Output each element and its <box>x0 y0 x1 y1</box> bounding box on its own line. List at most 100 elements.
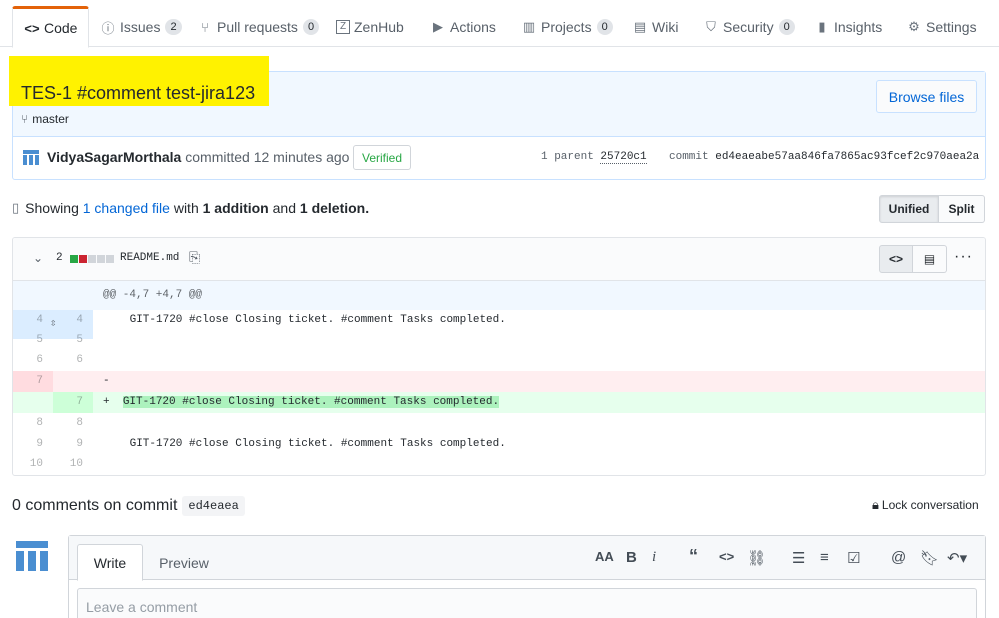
quote-icon[interactable]: “ <box>689 546 698 567</box>
commit-author-line: VidyaSagarMorthala committed 12 minutes … <box>47 149 349 165</box>
rich-view-button[interactable]: ▤ <box>913 245 947 273</box>
diffstat <box>70 255 114 263</box>
commit-sha-pill: ed4eaea <box>182 496 245 516</box>
tab-code[interactable]: <> Code <box>12 6 90 48</box>
additions-count: 1 addition <box>202 200 269 216</box>
file-diff: ⌄ 2 README.md ⎘ <> ▤ ··· ⇳ @@ -4,7 +4,7 … <box>12 237 986 476</box>
comments-title: 0 comments on commit <box>12 497 178 514</box>
file-view-toggle: <> ▤ <box>879 245 947 273</box>
tab-insights[interactable]: ▮ Insights <box>814 7 882 47</box>
added-text: GIT-1720 #close Closing ticket. #comment… <box>122 396 500 408</box>
branch-label: ⑂ master <box>21 112 69 126</box>
new-line-number[interactable]: 4 <box>53 310 93 331</box>
tab-wiki[interactable]: ▤ Wiki <box>632 7 679 47</box>
mention-icon[interactable]: @ <box>891 549 906 566</box>
parent-sha[interactable]: 25720c1 <box>600 151 647 164</box>
editor-toolbar: Write Preview AA B i “ <> ⛓ ☰ ≡ ☑ @ 🔖︎ ↶… <box>69 536 985 581</box>
clipboard-icon[interactable]: ⎘ <box>189 249 200 266</box>
changed-files-link[interactable]: 1 changed file <box>83 200 170 216</box>
parent-info: 1 parent 25720c1 <box>541 151 647 164</box>
italic-icon[interactable]: i <box>652 549 656 566</box>
author-avatar[interactable] <box>21 147 41 167</box>
diffstat-added-block <box>70 255 78 263</box>
new-line-number[interactable]: 7 <box>53 392 93 413</box>
security-counter: 0 <box>778 19 795 35</box>
old-line-number[interactable]: 6 <box>13 350 53 371</box>
tab-zenhub[interactable]: Z ZenHub <box>336 7 404 47</box>
split-button[interactable]: Split <box>939 195 985 223</box>
branch-name[interactable]: master <box>32 112 69 126</box>
old-line-number[interactable]: 7 <box>13 371 53 392</box>
new-line-number[interactable]: 6 <box>53 350 93 371</box>
new-line-number[interactable]: 10 <box>53 454 93 475</box>
diffstat-neutral-block <box>88 255 96 263</box>
old-line-number[interactable]: 5 <box>13 330 53 351</box>
code-icon[interactable]: <> <box>719 549 734 564</box>
tab-label: Insights <box>834 19 883 35</box>
projects-counter: 0 <box>596 19 613 35</box>
committed-time: committed 12 minutes ago <box>185 149 350 165</box>
diffstat-deleted-block <box>79 255 87 263</box>
comment-textarea[interactable]: Leave a comment <box>77 588 977 618</box>
unified-button[interactable]: Unified <box>879 195 939 223</box>
tab-label: Security <box>723 19 774 35</box>
tab-security[interactable]: ⛉ Security 0 <box>703 7 795 47</box>
line-code: GIT-1720 #close Closing ticket. #comment… <box>123 438 506 450</box>
diff-line: 8 8 <box>13 413 985 434</box>
code-icon: <> <box>888 252 903 266</box>
kebab-menu-icon[interactable]: ··· <box>954 248 973 266</box>
play-icon: ▶ <box>433 19 443 34</box>
tab-actions[interactable]: ▶ Actions <box>430 7 496 47</box>
old-line-number[interactable]: 9 <box>13 434 53 455</box>
hunk-header: @@ -4,7 +4,7 @@ <box>103 289 203 301</box>
tab-label: Wiki <box>652 19 679 35</box>
old-line-number[interactable]: 8 <box>13 413 53 434</box>
showing-text: Showing <box>25 200 79 216</box>
diffstat-neutral-block <box>97 255 105 263</box>
lock-label: Lock conversation <box>881 498 979 512</box>
tab-settings[interactable]: ⚙ Settings <box>906 7 976 47</box>
zenhub-icon: Z <box>336 20 350 34</box>
new-line-number[interactable]: 5 <box>53 330 93 351</box>
ordered-list-icon[interactable]: ≡ <box>820 549 829 566</box>
diff-line-added: 7 + GIT-1720 #close Closing ticket. #com… <box>13 392 985 413</box>
chevron-down-icon[interactable]: ⌄ <box>33 251 43 265</box>
gear-icon: ⚙ <box>908 19 920 34</box>
file-icon: ▤ <box>923 252 936 266</box>
tab-label: Code <box>44 20 78 36</box>
comment-editor: Write Preview AA B i “ <> ⛓ ☰ ≡ ☑ @ 🔖︎ ↶… <box>68 535 986 618</box>
bold-icon[interactable]: B <box>626 549 637 566</box>
file-name[interactable]: README.md <box>120 252 179 264</box>
new-line-number[interactable]: 8 <box>53 413 93 434</box>
diff-line: 10 10 <box>13 454 985 475</box>
branch-icon: ⑂ <box>21 112 29 126</box>
unordered-list-icon[interactable]: ☰ <box>792 549 805 567</box>
browse-files-button[interactable]: Browse files <box>876 80 977 113</box>
preview-tab[interactable]: Preview <box>149 544 219 581</box>
tab-projects[interactable]: ▥ Projects 0 <box>521 7 613 47</box>
old-line-number[interactable]: 10 <box>13 454 53 475</box>
reply-icon[interactable]: ↶▾ <box>947 549 967 567</box>
link-icon[interactable]: ⛓ <box>747 549 766 567</box>
commit-title: TES-1 #comment test-jira123 <box>21 83 256 103</box>
tab-pull-requests[interactable]: ⑂ Pull requests 0 <box>197 7 320 47</box>
heading-icon[interactable]: AA <box>595 549 614 564</box>
lock-conversation-button[interactable]: 🔒︎ Lock conversation <box>872 497 979 513</box>
author-name[interactable]: VidyaSagarMorthala <box>47 149 181 165</box>
diff-line: 4 4 GIT-1720 #close Closing ticket. #com… <box>13 310 985 331</box>
write-tab[interactable]: Write <box>77 544 143 581</box>
user-avatar[interactable] <box>12 535 52 575</box>
file-header: ⌄ 2 README.md ⎘ <> ▤ ··· <box>13 238 985 281</box>
diff-view-toggle: Unified Split <box>879 195 985 223</box>
line-code: - <box>103 375 110 387</box>
code-view-button[interactable]: <> <box>879 245 913 273</box>
old-line-number[interactable]: 4 <box>13 310 53 331</box>
issues-counter: 2 <box>165 19 182 35</box>
bookmark-icon[interactable]: 🔖︎ <box>920 549 939 567</box>
tab-issues[interactable]: ⓘ Issues 2 <box>100 7 182 47</box>
new-line-number[interactable]: 9 <box>53 434 93 455</box>
verified-badge[interactable]: Verified <box>353 145 411 170</box>
parent-label: 1 parent <box>541 151 594 163</box>
tab-label: Actions <box>450 19 496 35</box>
task-list-icon[interactable]: ☑ <box>847 549 860 567</box>
